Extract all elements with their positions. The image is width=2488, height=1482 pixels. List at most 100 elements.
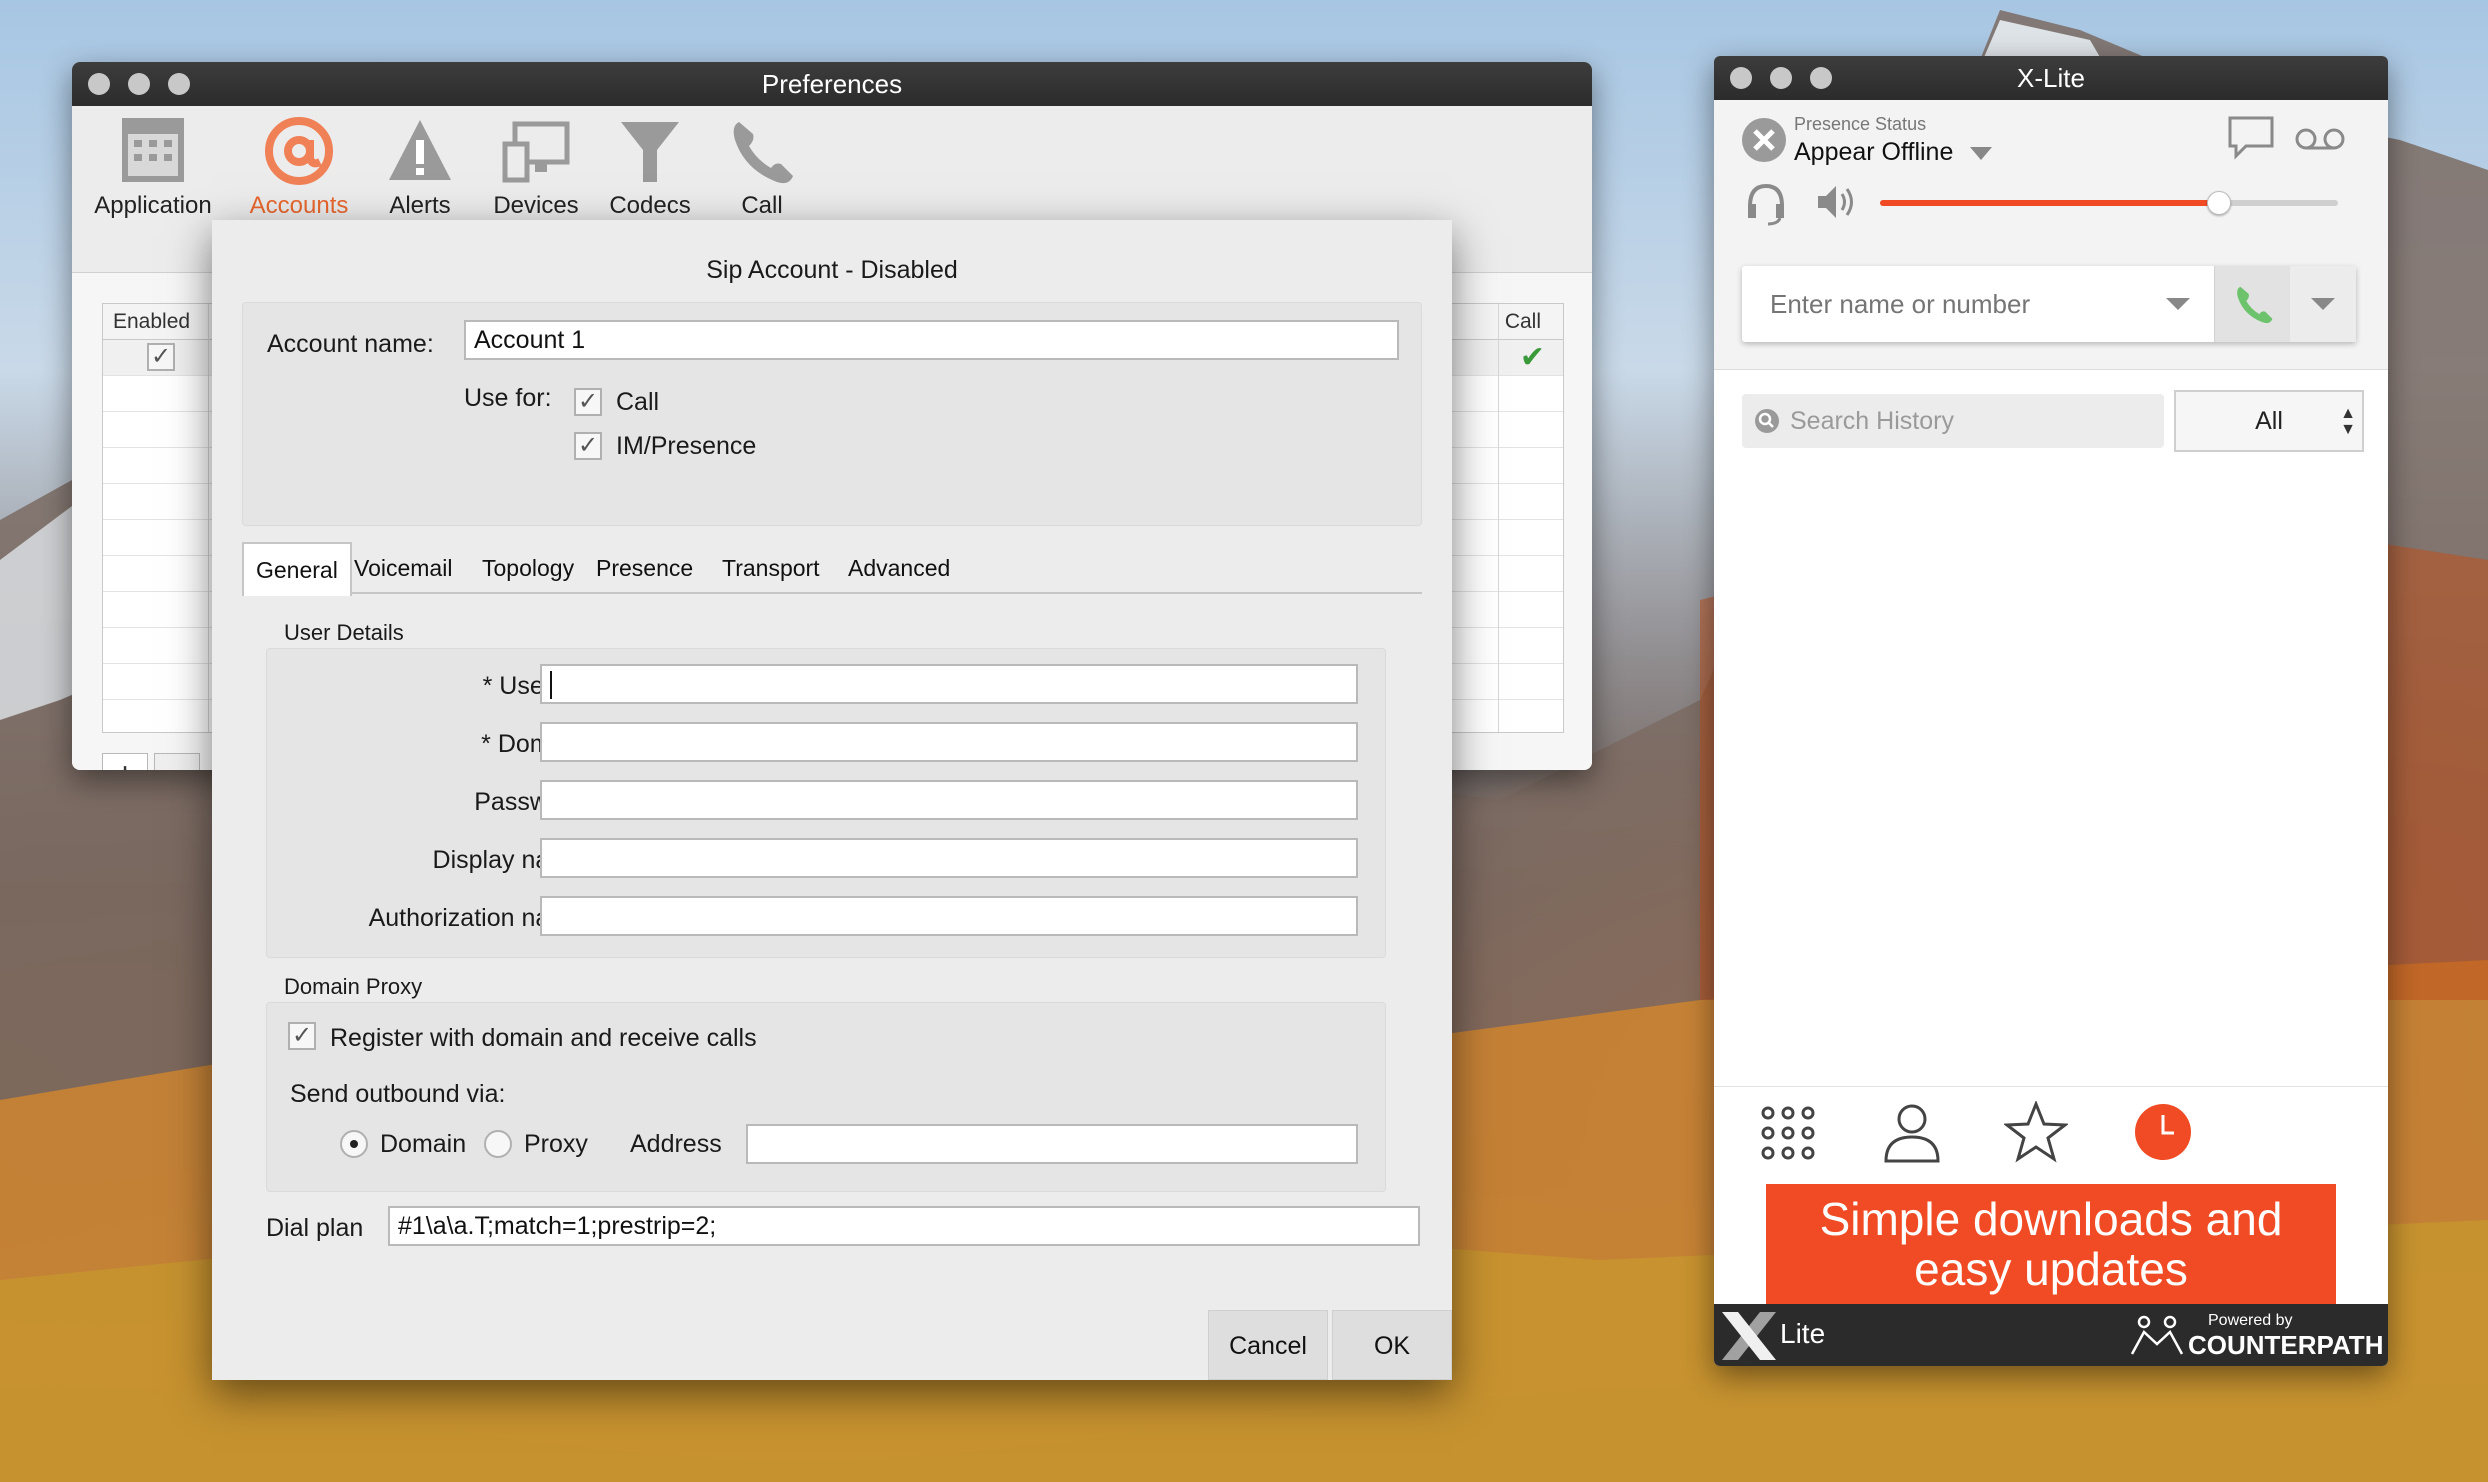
minimize-window-button[interactable] xyxy=(128,73,150,95)
user-id-input[interactable] xyxy=(540,664,1358,704)
close-window-button[interactable] xyxy=(88,73,110,95)
phone-icon xyxy=(2237,286,2273,324)
cancel-button[interactable]: Cancel xyxy=(1208,1310,1328,1380)
chevron-down-icon xyxy=(2311,298,2335,310)
monitor-icon xyxy=(502,121,570,183)
zoom-window-button[interactable] xyxy=(168,73,190,95)
minimize-window-button[interactable] xyxy=(1770,67,1792,89)
footer-logo-text: Lite xyxy=(1780,1318,1826,1349)
phone-icon xyxy=(733,122,793,184)
domain-input[interactable] xyxy=(540,722,1358,762)
register-checkbox[interactable]: ✓ xyxy=(288,1022,316,1050)
proxy-radio-label: Proxy xyxy=(524,1130,588,1158)
tab-voicemail[interactable]: Voicemail xyxy=(342,542,464,594)
search-history-input[interactable]: Search History xyxy=(1742,394,2164,448)
toolbar-label: Codecs xyxy=(609,192,691,219)
search-icon xyxy=(1755,409,1779,433)
user-id-label: * User ID xyxy=(482,672,584,700)
zoom-window-button[interactable] xyxy=(1810,67,1832,89)
authorization-name-label: Authorization name xyxy=(368,904,584,932)
enabled-checkbox[interactable]: ✓ xyxy=(147,343,175,371)
window-title: X-Lite xyxy=(2017,63,2085,93)
updown-arrows-icon: ▲ ▼ xyxy=(2340,405,2356,438)
xlite-title-bar[interactable]: X-Lite xyxy=(1714,56,2388,100)
contacts-icon[interactable] xyxy=(1882,1101,1942,1163)
password-label: Password xyxy=(474,788,584,816)
address-label: Address xyxy=(630,1130,722,1158)
tab-topology[interactable]: Topology xyxy=(470,542,586,594)
offline-status-icon[interactable] xyxy=(1740,116,1788,164)
presence-status-dropdown[interactable]: Appear Offline xyxy=(1794,138,1993,167)
toolbar-label: Devices xyxy=(493,192,579,219)
history-filter-select[interactable]: All ▲ ▼ xyxy=(2174,390,2364,452)
call-button[interactable] xyxy=(2214,266,2290,342)
toolbar-label: Alerts xyxy=(389,192,451,219)
dial-input[interactable] xyxy=(1742,266,2162,342)
tab-transport[interactable]: Transport xyxy=(710,542,832,594)
account-name-label: Account name: xyxy=(267,330,434,358)
password-input[interactable] xyxy=(540,780,1358,820)
counterpath-logo-icon xyxy=(2130,1315,2184,1355)
settings-tabs: General Voicemail Topology Presence Tran… xyxy=(242,542,1422,596)
user-details-title: User Details xyxy=(284,620,404,645)
remove-account-button[interactable]: — xyxy=(154,753,200,770)
column-divider xyxy=(1498,304,1499,732)
xlite-window: X-Lite Presence Status Appear Offline En… xyxy=(1714,56,2388,1366)
toolbar-application[interactable]: Application xyxy=(90,114,216,220)
toolbar-label: Call xyxy=(741,192,783,219)
speaker-icon[interactable] xyxy=(1814,182,1858,222)
column-call[interactable]: Call xyxy=(1505,310,1541,334)
presence-caption: Presence Status xyxy=(1794,114,1927,134)
authorization-name-input[interactable] xyxy=(540,896,1358,936)
sip-account-dialog: Sip Account - Disabled Account name: Acc… xyxy=(212,220,1452,1380)
search-placeholder: Search History xyxy=(1790,407,1954,435)
chat-icon[interactable] xyxy=(2226,114,2276,160)
tab-general[interactable]: General xyxy=(242,542,352,596)
star-icon[interactable] xyxy=(2004,1101,2068,1163)
use-for-call-checkbox[interactable]: ✓ xyxy=(574,388,602,416)
domain-label: * Domain xyxy=(481,730,584,758)
toolbar-alerts[interactable]: Alerts xyxy=(380,114,460,220)
tab-advanced[interactable]: Advanced xyxy=(836,542,962,594)
toolbar-label: Accounts xyxy=(249,192,349,219)
history-clock-icon[interactable] xyxy=(2134,1103,2192,1161)
close-window-button[interactable] xyxy=(1730,67,1752,89)
toolbar-devices[interactable]: Devices xyxy=(486,114,586,220)
account-name-input[interactable]: Account 1 xyxy=(464,320,1399,360)
add-account-button[interactable]: + xyxy=(102,753,148,770)
use-for-call-label: Call xyxy=(616,388,660,416)
promo-banner[interactable]: Simple downloads and easy updates xyxy=(1766,1184,2336,1304)
call-options-button[interactable] xyxy=(2290,266,2356,342)
proxy-radio[interactable] xyxy=(484,1130,512,1158)
headset-icon[interactable] xyxy=(1744,180,1788,226)
display-name-input[interactable] xyxy=(540,838,1358,878)
warning-icon xyxy=(389,120,451,180)
footer-brand: COUNTERPATH xyxy=(2188,1330,2384,1360)
volume-fill xyxy=(1880,200,2219,206)
x-logo-icon xyxy=(1722,1312,1776,1360)
xlite-bottom-nav xyxy=(1714,1086,2388,1176)
toolbar-codecs[interactable]: Codecs xyxy=(602,114,698,220)
tab-presence[interactable]: Presence xyxy=(584,542,705,594)
use-for-label: Use for: xyxy=(464,384,552,412)
address-input[interactable] xyxy=(746,1124,1358,1164)
ok-button[interactable]: OK xyxy=(1332,1310,1452,1380)
preferences-title-bar[interactable]: Preferences xyxy=(72,62,1592,106)
calendar-icon xyxy=(122,118,184,182)
footer-powered-by: Powered by xyxy=(2208,1312,2293,1329)
column-enabled[interactable]: Enabled xyxy=(113,310,190,334)
volume-slider[interactable] xyxy=(1880,191,2338,215)
volume-knob[interactable] xyxy=(2206,191,2231,215)
use-for-im-checkbox[interactable]: ✓ xyxy=(574,432,602,460)
display-name-label: Display name xyxy=(432,846,584,874)
toolbar-accounts[interactable]: Accounts xyxy=(242,114,356,220)
dialpad-icon[interactable] xyxy=(1760,1105,1816,1161)
domain-radio[interactable] xyxy=(340,1130,368,1158)
toolbar-label: Application xyxy=(94,192,212,219)
dialog-title: Sip Account - Disabled xyxy=(706,256,958,284)
toolbar-call[interactable]: Call xyxy=(722,114,802,220)
voicemail-icon[interactable] xyxy=(2294,124,2346,154)
dial-history-dropdown-icon[interactable] xyxy=(2166,298,2190,310)
register-label: Register with domain and receive calls xyxy=(330,1024,757,1052)
dial-plan-input[interactable]: #1\a\a.T;match=1;prestrip=2; xyxy=(388,1206,1420,1246)
